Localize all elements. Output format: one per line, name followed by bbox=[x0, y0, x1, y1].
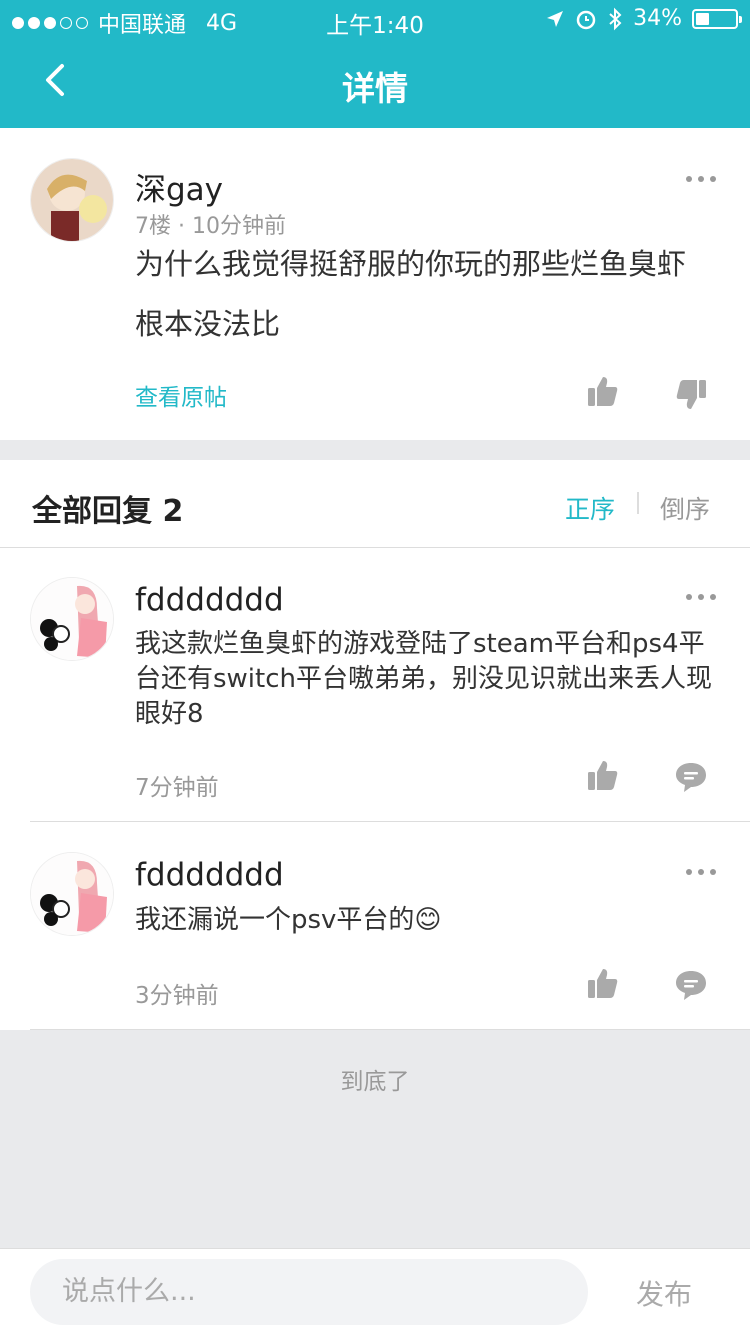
reply-author[interactable]: fddddddd bbox=[135, 582, 284, 618]
avatar[interactable] bbox=[30, 158, 114, 242]
replies-section bbox=[0, 460, 750, 1030]
post-card: 深gay 7楼 · 10分钟前 为什么我觉得挺舒服的你玩的那些烂鱼臭虾根本没法比… bbox=[0, 128, 750, 440]
reply-content: 我这款烂鱼臭虾的游戏登陆了steam平台和ps4平台还有switch平台嗷弟弟，… bbox=[135, 629, 713, 729]
replies-header-divider bbox=[0, 547, 750, 548]
more-options-icon[interactable] bbox=[686, 594, 716, 602]
battery-percent: 34% bbox=[633, 6, 682, 31]
end-of-list-label: 到底了 bbox=[340, 1069, 410, 1095]
avatar[interactable] bbox=[30, 577, 114, 661]
comment-icon[interactable] bbox=[674, 760, 708, 794]
thumbs-up-icon[interactable] bbox=[586, 966, 620, 1000]
page-title: 详情 bbox=[342, 69, 408, 108]
reply-content: 我还漏说一个psv平台的😊 bbox=[135, 905, 442, 935]
comment-input[interactable]: 说点什么... bbox=[30, 1259, 588, 1325]
alarm-icon bbox=[576, 10, 596, 29]
comment-composer: 说点什么... 发布 bbox=[0, 1248, 750, 1334]
sort-ascending-button[interactable]: 正序 bbox=[565, 490, 615, 526]
reply-divider bbox=[30, 821, 750, 822]
battery-icon bbox=[692, 8, 742, 29]
reply-divider bbox=[30, 1029, 750, 1030]
reply-author[interactable]: fddddddd bbox=[135, 857, 284, 893]
thumbs-up-icon[interactable] bbox=[586, 758, 620, 792]
view-original-link[interactable]: 查看原帖 bbox=[135, 378, 227, 412]
sort-descending-button[interactable]: 倒序 bbox=[660, 490, 710, 526]
thumbs-down-icon[interactable] bbox=[674, 378, 708, 412]
replies-count-title: 全部回复 2 bbox=[32, 494, 184, 529]
comment-icon[interactable] bbox=[674, 968, 708, 1002]
status-bar: 中国联通 4G 上午1:40 34% bbox=[0, 0, 750, 40]
reply-time: 3分钟前 bbox=[135, 983, 219, 1009]
header-bar: 中国联通 4G 上午1:40 34% 详情 bbox=[0, 0, 750, 128]
post-author[interactable]: 深gay bbox=[135, 164, 223, 209]
bluetooth-icon bbox=[609, 7, 622, 30]
reply-time: 7分钟前 bbox=[135, 775, 219, 801]
more-options-icon[interactable] bbox=[686, 176, 716, 184]
thumbs-up-icon[interactable] bbox=[586, 374, 620, 408]
publish-button[interactable]: 发布 bbox=[636, 1273, 692, 1313]
more-options-icon[interactable] bbox=[686, 869, 716, 877]
sort-divider bbox=[637, 492, 639, 514]
location-arrow-icon bbox=[547, 10, 564, 27]
post-content: 为什么我觉得挺舒服的你玩的那些烂鱼臭虾根本没法比 bbox=[135, 247, 687, 341]
avatar[interactable] bbox=[30, 852, 114, 936]
